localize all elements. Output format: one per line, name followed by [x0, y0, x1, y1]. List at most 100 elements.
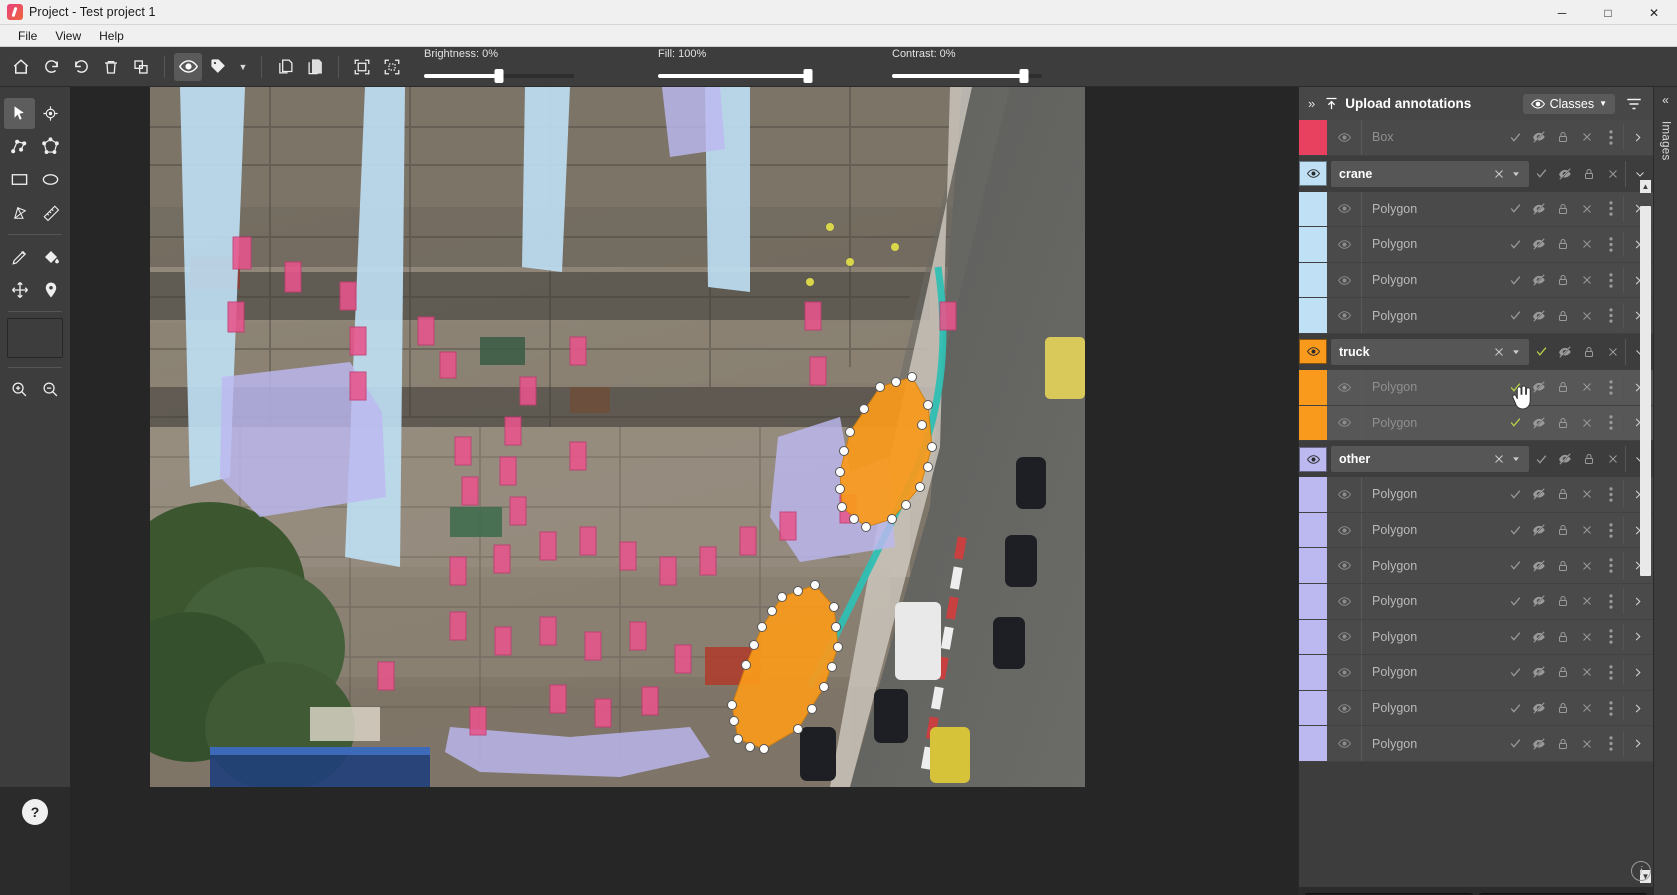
close-icon[interactable] — [1575, 659, 1599, 685]
eye-icon[interactable] — [1327, 702, 1361, 715]
close-icon[interactable] — [1575, 231, 1599, 257]
class-color-toggle[interactable] — [1299, 446, 1327, 472]
annotation-color-swatch[interactable] — [1299, 227, 1327, 262]
lock-icon[interactable] — [1551, 124, 1575, 150]
class-color-toggle[interactable] — [1299, 339, 1327, 365]
annotation-row[interactable]: Polygon — [1299, 690, 1653, 727]
rectangle-icon[interactable] — [4, 164, 35, 195]
eye-slash-icon[interactable] — [1527, 410, 1551, 436]
check-icon[interactable] — [1503, 517, 1527, 543]
close-button[interactable]: ✕ — [1631, 0, 1677, 25]
check-icon[interactable] — [1503, 481, 1527, 507]
check-icon[interactable] — [1503, 124, 1527, 150]
paste-icon[interactable] — [301, 53, 329, 81]
canvas-area[interactable]: SuperAnnotate — [70, 87, 1298, 895]
check-icon[interactable] — [1529, 339, 1553, 365]
eye-icon[interactable] — [1327, 666, 1361, 679]
chevron-down-icon[interactable] — [1511, 454, 1521, 464]
tag-icon[interactable] — [204, 53, 232, 81]
brightness-slider[interactable]: Brightness: 0% — [424, 48, 574, 86]
delete-icon[interactable] — [97, 53, 125, 81]
eye-slash-icon[interactable] — [1527, 659, 1551, 685]
check-icon[interactable] — [1503, 196, 1527, 222]
eye-slash-icon[interactable] — [1553, 161, 1577, 187]
copy-icon[interactable] — [271, 53, 299, 81]
annotation-color-swatch[interactable] — [1299, 262, 1327, 298]
eye-slash-icon[interactable] — [1527, 267, 1551, 293]
annotation-color-swatch[interactable] — [1299, 690, 1327, 726]
close-icon[interactable] — [1487, 346, 1511, 358]
check-icon[interactable] — [1503, 624, 1527, 650]
lock-icon[interactable] — [1551, 303, 1575, 329]
class-name-pill[interactable]: truck — [1331, 338, 1529, 365]
annotation-row[interactable]: Polygon — [1299, 405, 1653, 442]
annotation-row[interactable]: Polygon — [1299, 548, 1653, 584]
target-icon[interactable] — [35, 98, 66, 129]
annotation-color-swatch[interactable] — [1299, 619, 1327, 655]
annotation-color-swatch[interactable] — [1299, 512, 1327, 548]
class-group-row[interactable]: crane — [1299, 155, 1653, 192]
chevron-down-icon[interactable] — [1511, 347, 1521, 357]
lock-icon[interactable] — [1551, 374, 1575, 400]
eye-icon[interactable] — [1327, 630, 1361, 643]
lock-icon[interactable] — [1577, 161, 1601, 187]
check-icon[interactable] — [1503, 231, 1527, 257]
eye-slash-icon[interactable] — [1527, 731, 1551, 757]
annotation-color-swatch[interactable] — [1299, 655, 1327, 690]
close-icon[interactable] — [1601, 161, 1625, 187]
lock-icon[interactable] — [1577, 339, 1601, 365]
check-icon[interactable] — [1503, 588, 1527, 614]
home-icon[interactable] — [7, 53, 35, 81]
polyline-icon[interactable] — [4, 131, 35, 162]
close-icon[interactable] — [1575, 695, 1599, 721]
brightness-knob[interactable] — [494, 68, 504, 83]
three-dots-icon[interactable] — [1599, 731, 1623, 757]
annotation-color-swatch[interactable] — [1299, 298, 1327, 333]
annotation-row[interactable]: Polygon — [1299, 512, 1653, 549]
eye-icon[interactable] — [1327, 381, 1361, 394]
close-icon[interactable] — [1575, 517, 1599, 543]
eye-slash-icon[interactable] — [1527, 303, 1551, 329]
close-icon[interactable] — [1575, 374, 1599, 400]
eye-slash-icon[interactable] — [1527, 481, 1551, 507]
lock-icon[interactable] — [1551, 517, 1575, 543]
panel-scrollbar[interactable]: ▲ ▼ — [1640, 180, 1651, 883]
fill-knob[interactable] — [803, 68, 813, 83]
three-dots-icon[interactable] — [1599, 196, 1623, 222]
annotation-row[interactable]: Polygon — [1299, 477, 1653, 513]
undo-icon[interactable] — [37, 53, 65, 81]
classes-dropdown[interactable]: Classes ▼ — [1522, 93, 1615, 114]
ruler-icon[interactable] — [35, 197, 66, 228]
eye-icon[interactable] — [1327, 737, 1361, 750]
mesh-icon[interactable] — [4, 197, 35, 228]
chevron-right-icon[interactable] — [1623, 124, 1651, 151]
contrast-knob[interactable] — [1019, 68, 1029, 83]
check-icon[interactable] — [1503, 695, 1527, 721]
zoom-in-icon[interactable] — [4, 374, 35, 405]
info-icon[interactable]: i — [1631, 861, 1651, 881]
scroll-thumb[interactable] — [1640, 206, 1651, 576]
lock-icon[interactable] — [1551, 231, 1575, 257]
annotation-row[interactable]: Polygon — [1299, 191, 1653, 228]
ellipse-icon[interactable] — [35, 164, 66, 195]
check-icon[interactable] — [1503, 374, 1527, 400]
eye-slash-icon[interactable] — [1527, 624, 1551, 650]
chevron-down-icon[interactable]: ▼ — [234, 53, 252, 81]
close-icon[interactable] — [1575, 588, 1599, 614]
check-icon[interactable] — [1503, 303, 1527, 329]
close-icon[interactable] — [1601, 446, 1625, 472]
lock-icon[interactable] — [1551, 481, 1575, 507]
eye-icon[interactable] — [1327, 559, 1361, 572]
crop-icon[interactable] — [378, 53, 406, 81]
close-icon[interactable] — [1575, 624, 1599, 650]
class-group-row[interactable]: other — [1299, 441, 1653, 478]
lock-icon[interactable] — [1551, 553, 1575, 579]
check-icon[interactable] — [1503, 659, 1527, 685]
three-dots-icon[interactable] — [1599, 267, 1623, 293]
eye-icon[interactable] — [1327, 238, 1361, 251]
close-icon[interactable] — [1575, 303, 1599, 329]
check-icon[interactable] — [1503, 553, 1527, 579]
eye-icon[interactable] — [1327, 488, 1361, 501]
close-icon[interactable] — [1487, 453, 1511, 465]
fit-to-image-icon[interactable] — [348, 53, 376, 81]
